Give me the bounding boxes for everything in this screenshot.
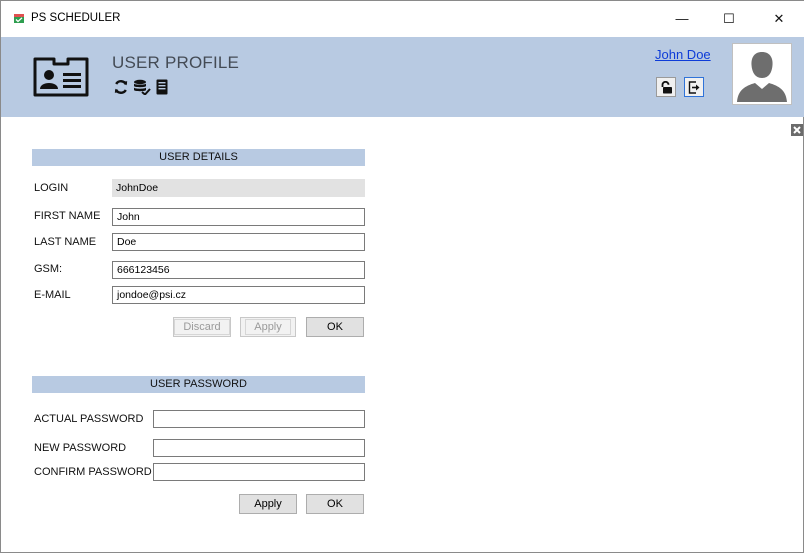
discard-button[interactable]: Discard	[173, 317, 231, 337]
title-bar: PS SCHEDULER — ☐ ✕	[1, 1, 804, 37]
unlock-button[interactable]	[656, 77, 676, 97]
actual-password-field[interactable]	[153, 410, 365, 428]
app-icon	[14, 14, 24, 23]
id-card-icon	[33, 57, 89, 97]
new-password-label: NEW PASSWORD	[34, 442, 127, 454]
profile-header: USER PROFILE John Doe	[1, 37, 804, 117]
close-panel-icon[interactable]	[791, 124, 803, 136]
password-apply-button[interactable]: Apply	[239, 494, 297, 514]
logout-icon	[688, 81, 700, 94]
login-field: JohnDoe	[112, 179, 365, 197]
window-title: PS SCHEDULER	[31, 12, 121, 24]
user-details-heading: USER DETAILS	[32, 149, 365, 166]
confirm-password-field[interactable]	[153, 463, 365, 481]
refresh-icon[interactable]	[113, 79, 129, 95]
server-icon[interactable]	[156, 79, 168, 95]
details-ok-button[interactable]: OK	[306, 317, 364, 337]
discard-button-label: Discard	[174, 319, 230, 335]
last-name-field[interactable]: Doe	[112, 233, 365, 251]
new-password-field[interactable]	[153, 439, 365, 457]
actual-password-label: ACTUAL PASSWORD	[34, 413, 144, 425]
first-name-label: FIRST NAME	[34, 210, 101, 222]
first-name-field[interactable]: John	[112, 208, 365, 226]
unlock-icon	[661, 81, 672, 94]
close-button[interactable]: ✕	[756, 1, 802, 37]
avatar[interactable]	[732, 43, 792, 105]
logout-button[interactable]	[684, 77, 704, 97]
email-label: E-MAIL	[34, 289, 71, 301]
user-silhouette-icon	[737, 52, 787, 102]
confirm-password-label: CONFIRM PASSWORD	[34, 466, 152, 478]
email-field[interactable]: jondoe@psi.cz	[112, 286, 365, 304]
gsm-field[interactable]: 666123456	[112, 261, 365, 279]
last-name-label: LAST NAME	[34, 236, 97, 248]
app-window: PS SCHEDULER — ☐ ✕ USER PROFILE John Doe…	[0, 0, 804, 553]
database-icon[interactable]	[133, 79, 151, 95]
password-ok-button[interactable]: OK	[306, 494, 364, 514]
minimize-button[interactable]: —	[659, 1, 705, 37]
gsm-label: GSM:	[34, 263, 63, 275]
login-label: LOGIN	[34, 182, 69, 194]
user-name-link[interactable]: John Doe	[655, 47, 711, 62]
details-apply-button[interactable]: Apply	[240, 317, 296, 337]
maximize-button[interactable]: ☐	[706, 1, 752, 37]
page-title: USER PROFILE	[112, 53, 240, 72]
details-apply-button-label: Apply	[245, 319, 291, 335]
user-password-heading: USER PASSWORD	[32, 376, 365, 393]
